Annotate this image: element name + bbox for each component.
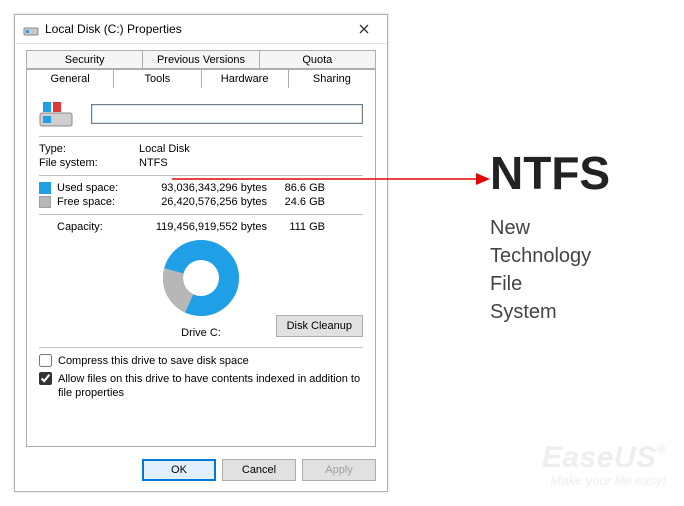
- used-label: Used space:: [57, 182, 139, 194]
- tab-row-front: General Tools Hardware Sharing: [26, 69, 376, 88]
- watermark-tagline: Make your life easy!: [542, 473, 666, 488]
- drive-large-icon: [39, 100, 73, 128]
- callout-expansion: New Technology File System: [490, 214, 610, 326]
- index-option: Allow files on this drive to have conten…: [39, 372, 363, 400]
- divider: [39, 347, 363, 348]
- watermark: EaseUS® Make your life easy!: [542, 443, 666, 488]
- ok-button[interactable]: OK: [142, 459, 216, 481]
- usage-donut-icon: [160, 237, 242, 319]
- properties-dialog: Local Disk (C:) Properties Security Prev…: [14, 14, 388, 492]
- used-human: 86.6 GB: [267, 182, 325, 194]
- capacity-bytes: 119,456,919,552 bytes: [139, 221, 267, 233]
- drive-name-input[interactable]: [91, 104, 363, 124]
- used-space-row: Used space: 93,036,343,296 bytes 86.6 GB: [39, 182, 363, 194]
- divider: [39, 136, 363, 137]
- registered-icon: ®: [657, 442, 666, 456]
- tab-security[interactable]: Security: [26, 50, 143, 69]
- divider: [39, 175, 363, 176]
- disk-cleanup-button[interactable]: Disk Cleanup: [276, 315, 363, 337]
- compress-checkbox[interactable]: [39, 354, 52, 367]
- type-value: Local Disk: [139, 143, 190, 155]
- filesystem-label: File system:: [39, 157, 139, 169]
- divider: [39, 214, 363, 215]
- chart-label: Drive C:: [181, 327, 221, 339]
- type-row: Type: Local Disk: [39, 143, 363, 155]
- usage-chart-area: Drive C: Disk Cleanup: [39, 237, 363, 341]
- free-human: 24.6 GB: [267, 196, 325, 208]
- space-grid: Used space: 93,036,343,296 bytes 86.6 GB…: [39, 182, 363, 233]
- callout-line: File: [490, 270, 610, 298]
- capacity-label: Capacity:: [57, 221, 139, 233]
- callout-line: New: [490, 214, 610, 242]
- apply-button[interactable]: Apply: [302, 459, 376, 481]
- index-label[interactable]: Allow files on this drive to have conten…: [58, 372, 363, 400]
- free-swatch: [39, 196, 51, 208]
- tab-row-back: Security Previous Versions Quota: [26, 50, 376, 69]
- tab-sharing[interactable]: Sharing: [289, 69, 376, 88]
- cancel-button[interactable]: Cancel: [222, 459, 296, 481]
- titlebar: Local Disk (C:) Properties: [15, 15, 387, 44]
- capacity-human: 111 GB: [267, 221, 325, 233]
- used-bytes: 93,036,343,296 bytes: [139, 182, 267, 194]
- tab-previous-versions[interactable]: Previous Versions: [143, 50, 259, 69]
- tab-hardware[interactable]: Hardware: [202, 69, 289, 88]
- free-label: Free space:: [57, 196, 139, 208]
- used-swatch: [39, 182, 51, 194]
- filesystem-row: File system: NTFS: [39, 157, 363, 169]
- close-icon: [359, 24, 369, 34]
- dialog-buttons: OK Cancel Apply: [15, 453, 387, 491]
- tab-quota[interactable]: Quota: [260, 50, 376, 69]
- filesystem-value: NTFS: [139, 157, 168, 169]
- free-space-row: Free space: 26,420,576,256 bytes 24.6 GB: [39, 196, 363, 208]
- index-checkbox[interactable]: [39, 372, 52, 385]
- tab-general[interactable]: General: [26, 69, 114, 88]
- tab-page-general: Type: Local Disk File system: NTFS Used …: [26, 88, 376, 447]
- drive-icon: [23, 21, 39, 37]
- callout-heading: NTFS: [490, 150, 610, 196]
- compress-option: Compress this drive to save disk space: [39, 354, 363, 368]
- callout-line: Technology: [490, 242, 610, 270]
- tab-tools[interactable]: Tools: [114, 69, 201, 88]
- watermark-brand: EaseUS: [542, 441, 657, 474]
- window-title: Local Disk (C:) Properties: [45, 22, 345, 36]
- free-bytes: 26,420,576,256 bytes: [139, 196, 267, 208]
- callout-line: System: [490, 298, 610, 326]
- tabstrip: Security Previous Versions Quota General…: [15, 44, 387, 88]
- capacity-row: Capacity: 119,456,919,552 bytes 111 GB: [39, 221, 363, 233]
- close-button[interactable]: [345, 17, 383, 41]
- callout: NTFS New Technology File System: [490, 150, 610, 326]
- compress-label[interactable]: Compress this drive to save disk space: [58, 354, 249, 368]
- type-label: Type:: [39, 143, 139, 155]
